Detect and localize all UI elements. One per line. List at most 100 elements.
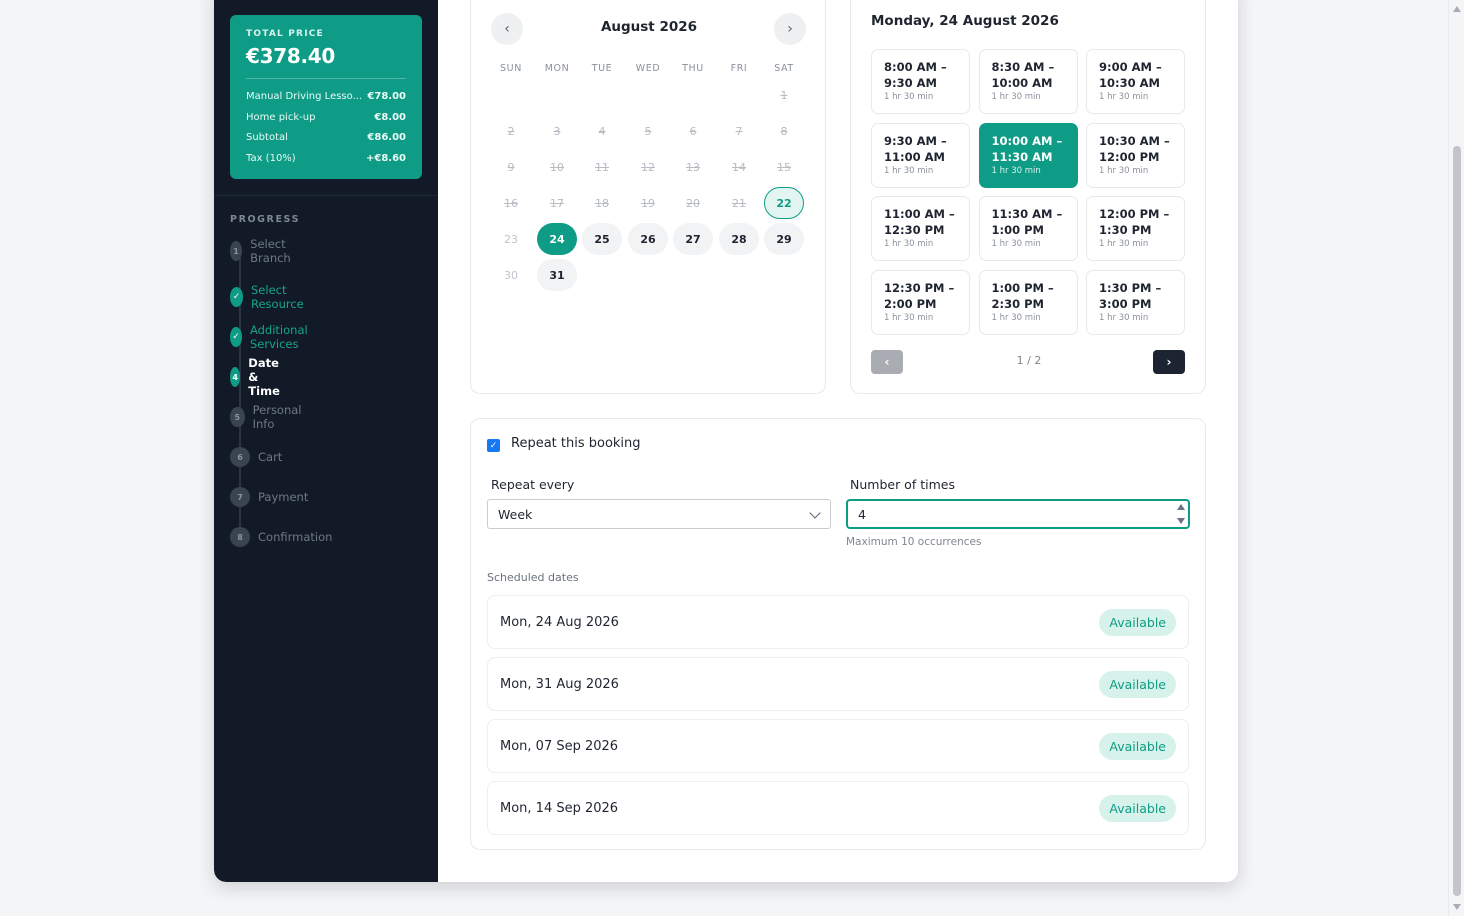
scheduled-date-row: Mon, 07 Sep 2026 Available <box>487 719 1189 773</box>
scheduled-date: Mon, 31 Aug 2026 <box>500 676 619 692</box>
scheduled-dates-title: Scheduled dates <box>487 571 579 584</box>
calendar-day: 15 <box>777 160 791 174</box>
availability-badge: Available <box>1099 670 1176 698</box>
price-row-value: €8.00 <box>374 111 406 123</box>
time-slot-duration: 1 hr 30 min <box>991 92 1041 102</box>
price-row-value: +€8.60 <box>365 152 406 164</box>
repeat-every-value: Week <box>498 506 533 522</box>
calendar-day[interactable]: 29 <box>764 223 804 255</box>
time-slot[interactable]: 11:30 AM –1:00 PM 1 hr 30 min <box>978 196 1078 261</box>
calendar-day[interactable]: 31 <box>537 259 577 291</box>
time-slot[interactable]: 1:00 PM –2:30 PM 1 hr 30 min <box>978 269 1078 335</box>
chevron-left-icon: ‹ <box>884 355 890 369</box>
page-scrollbar[interactable] <box>1448 0 1464 916</box>
calendar-day[interactable]: 27 <box>673 223 713 255</box>
scheduled-date-row: Mon, 24 Aug 2026 Available <box>487 595 1189 649</box>
price-row: Home pick-up €8.00 <box>246 108 406 129</box>
time-slot[interactable]: 10:30 AM –12:00 PM 1 hr 30 min <box>1086 122 1185 188</box>
step-number-badge: 7 <box>230 487 250 507</box>
time-slot-duration: 1 hr 30 min <box>991 239 1041 249</box>
progress-step[interactable]: 1 Select Branch <box>230 237 299 265</box>
time-slot-range: 12:00 PM –1:30 PM <box>1099 207 1170 237</box>
check-icon: ✓ <box>230 287 243 307</box>
progress-step-label: Select Branch <box>250 237 291 265</box>
time-slot-duration: 1 hr 30 min <box>991 165 1041 176</box>
sidebar: TOTAL PRICE €378.40 Manual Driving Lesso… <box>214 0 438 882</box>
total-price-value: €378.40 <box>246 44 335 68</box>
progress-step[interactable]: 8 Confirmation <box>230 526 332 548</box>
calendar-day: 20 <box>686 196 700 210</box>
calendar-day-selected[interactable]: 24 <box>537 223 577 255</box>
scrollbar-thumb[interactable] <box>1453 146 1461 896</box>
calendar-day: 30 <box>504 268 518 282</box>
weekday-header: FRI <box>730 63 748 74</box>
calendar-day[interactable]: 25 <box>582 223 622 255</box>
time-slot-range: 9:00 AM –10:30 AM <box>1099 60 1162 90</box>
calendar-day: 16 <box>504 196 518 210</box>
time-slot-range: 12:30 PM –2:00 PM <box>884 280 955 311</box>
step-number-badge: 6 <box>230 447 250 467</box>
availability-badge: Available <box>1099 608 1176 636</box>
time-slot-range: 8:00 AM –9:30 AM <box>884 60 947 90</box>
progress-title: PROGRESS <box>230 214 301 225</box>
calendar-day: 3 <box>553 124 561 138</box>
time-slot-duration: 1 hr 30 min <box>884 92 934 102</box>
progress-step[interactable]: 7 Payment <box>230 486 308 508</box>
number-of-times-value: 4 <box>858 506 866 522</box>
progress-step-label: Cart <box>258 450 283 464</box>
weekday-header: THU <box>682 63 704 74</box>
price-summary-card: TOTAL PRICE €378.40 Manual Driving Lesso… <box>230 15 422 179</box>
slots-prev-page-button[interactable]: ‹ <box>871 350 903 374</box>
time-slot-duration: 1 hr 30 min <box>884 312 934 323</box>
calendar-day[interactable]: 28 <box>719 223 759 255</box>
time-slot-duration: 1 hr 30 min <box>991 312 1041 323</box>
slots-next-page-button[interactable]: › <box>1153 350 1185 374</box>
calendar-day: 7 <box>735 124 743 138</box>
time-slot-selected[interactable]: 10:00 AM –11:30 AM 1 hr 30 min <box>978 122 1078 188</box>
progress-step-label: Personal Info <box>252 403 302 431</box>
price-row-value: €78.00 <box>367 91 406 102</box>
time-slot-duration: 1 hr 30 min <box>1099 165 1149 176</box>
time-slot[interactable]: 9:00 AM –10:30 AM 1 hr 30 min <box>1086 49 1185 114</box>
calendar-day-today[interactable]: 22 <box>764 187 804 219</box>
time-slot[interactable]: 9:30 AM –11:00 AM 1 hr 30 min <box>871 122 970 188</box>
step-number-badge: 5 <box>230 407 245 427</box>
progress-step-label: Select Resource <box>251 283 304 311</box>
time-slot-range: 8:30 AM –10:00 AM <box>991 60 1055 90</box>
time-slot[interactable]: 8:30 AM –10:00 AM 1 hr 30 min <box>978 49 1078 114</box>
time-slot[interactable]: 11:00 AM –12:30 PM 1 hr 30 min <box>871 196 970 261</box>
number-of-times-input[interactable]: 4 <box>846 499 1190 529</box>
chevron-right-icon: › <box>1166 355 1172 369</box>
slots-page-indicator: 1 / 2 <box>1016 354 1042 367</box>
calendar-day[interactable]: 26 <box>628 223 668 255</box>
progress-step[interactable]: ✓ Additional Services <box>230 323 316 351</box>
repeat-booking-label[interactable]: Repeat this booking <box>511 436 641 451</box>
progress-step-label: Payment <box>258 490 309 504</box>
progress-step[interactable]: 6 Cart <box>230 446 282 468</box>
calendar-day: 18 <box>595 196 609 210</box>
progress-step-label: Additional Services <box>249 323 308 351</box>
calendar-day: 17 <box>550 196 564 210</box>
time-slot[interactable]: 12:00 PM –1:30 PM 1 hr 30 min <box>1086 196 1185 261</box>
time-slot-duration: 1 hr 30 min <box>1099 92 1149 102</box>
time-slot[interactable]: 12:30 PM –2:00 PM 1 hr 30 min <box>871 269 970 335</box>
stepper-down-icon[interactable] <box>1177 518 1185 524</box>
stepper-up-icon[interactable] <box>1177 504 1185 510</box>
price-divider <box>246 78 406 79</box>
calendar-day: 9 <box>507 160 515 174</box>
time-slot[interactable]: 1:30 PM –3:00 PM 1 hr 30 min <box>1086 269 1185 335</box>
scroll-down-icon[interactable] <box>1453 904 1461 910</box>
repeat-booking-checkbox[interactable]: ✓ <box>487 439 500 452</box>
progress-step[interactable]: ✓ Select Resource <box>230 283 311 311</box>
number-stepper[interactable] <box>1176 503 1186 525</box>
progress-step[interactable]: 4 Date & Time <box>230 356 290 398</box>
repeat-every-select[interactable]: Week <box>487 499 831 529</box>
time-slot-duration: 1 hr 30 min <box>884 165 934 176</box>
availability-badge: Available <box>1099 732 1176 760</box>
next-month-button[interactable]: › <box>774 13 806 45</box>
time-slot-range: 1:30 PM –3:00 PM <box>1099 280 1162 311</box>
time-slot[interactable]: 8:00 AM –9:30 AM 1 hr 30 min <box>871 49 970 114</box>
progress-step[interactable]: 5 Personal Info <box>230 403 307 431</box>
scroll-up-icon[interactable] <box>1453 6 1461 12</box>
calendar-day: 1 <box>780 88 788 102</box>
